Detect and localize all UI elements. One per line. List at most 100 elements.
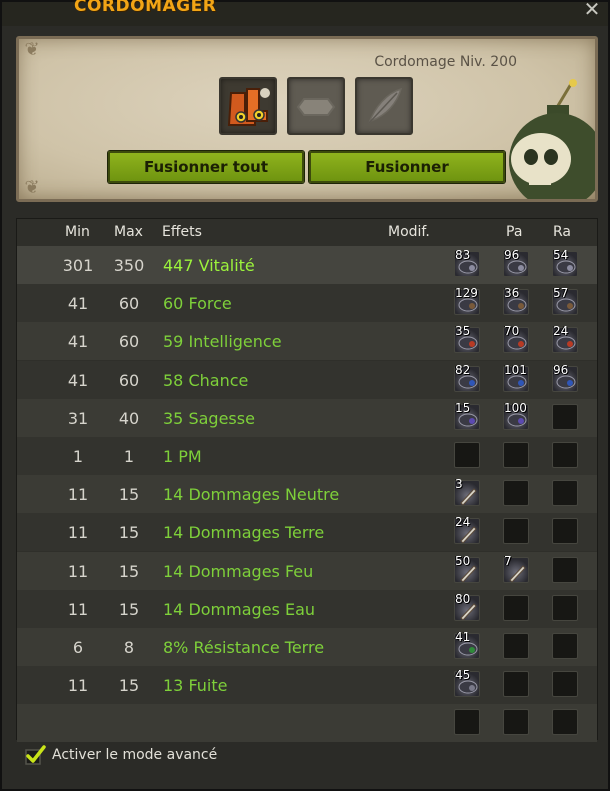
- rune-stack[interactable]: 7: [503, 553, 529, 583]
- rune-stack[interactable]: 45: [454, 668, 480, 698]
- column-ra: Ra: [553, 224, 571, 240]
- rune-stack[interactable]: 129: [454, 286, 480, 316]
- empty-rune-slot[interactable]: [503, 594, 529, 621]
- rune-count: 35: [455, 324, 471, 339]
- signature-slot[interactable]: [355, 77, 413, 135]
- table-row: 11 15 14 Dommages Neutre 3: [17, 475, 597, 514]
- rune-stack[interactable]: 41: [454, 630, 480, 659]
- empty-rune-slot[interactable]: [552, 633, 578, 659]
- table-row: 11 15 13 Fuite 45: [17, 666, 597, 705]
- rune-stack[interactable]: 96: [503, 248, 529, 277]
- empty-rune-slot[interactable]: [454, 442, 480, 468]
- rune-count: 54: [553, 248, 569, 262]
- title-bar: CORDOMAGER ✕: [2, 0, 608, 26]
- max-value: 15: [118, 599, 140, 619]
- rune-stack[interactable]: 3: [454, 477, 480, 507]
- empty-rune-slot[interactable]: [552, 594, 578, 621]
- rune-count: 82: [455, 362, 471, 377]
- item-slot[interactable]: [219, 77, 277, 135]
- effect-value: 8% Résistance Terre: [163, 638, 325, 657]
- rune-count: 83: [455, 248, 471, 262]
- rune-stack[interactable]: 82: [454, 362, 480, 392]
- crafting-panel: ❦ ❦ Cordomage Niv. 200 Fusionner tout Fu…: [16, 36, 598, 202]
- empty-rune-slot[interactable]: [454, 709, 480, 736]
- effect-value: 13 Fuite: [163, 676, 228, 696]
- rune-count: 15: [455, 400, 471, 415]
- merge-button[interactable]: Fusionner: [309, 151, 505, 183]
- rune-count: 70: [504, 324, 520, 339]
- min-value: 41: [67, 332, 89, 352]
- empty-rune-slot[interactable]: [503, 442, 529, 468]
- rune-stack[interactable]: 54: [552, 248, 578, 277]
- empty-rune-slot[interactable]: [552, 480, 578, 507]
- empty-rune-slot[interactable]: [503, 633, 529, 659]
- max-value: 350: [113, 256, 145, 275]
- rune-count: 100: [504, 400, 527, 415]
- empty-rune-slot[interactable]: [552, 442, 578, 468]
- table-row: 1 1 1 PM: [17, 437, 597, 475]
- column-max: Max: [114, 224, 143, 240]
- effect-value: 14 Dommages Neutre: [163, 485, 340, 505]
- empty-rune-slot[interactable]: [503, 671, 529, 698]
- rune-stack[interactable]: 35: [454, 324, 480, 354]
- empty-rune-slot-icon: [296, 98, 336, 116]
- max-value: 8: [123, 638, 135, 657]
- empty-rune-slot[interactable]: [552, 556, 578, 583]
- empty-rune-slot[interactable]: [552, 709, 578, 736]
- min-value: 11: [67, 523, 89, 543]
- advanced-mode-label: Activer le mode avancé: [52, 747, 218, 763]
- table-row: 41 60 59 Intelligence 35 70 24: [17, 322, 597, 361]
- advanced-mode-toggle[interactable]: Activer le mode avancé: [16, 744, 598, 772]
- empty-rune-slot[interactable]: [552, 518, 578, 545]
- column-min: Min: [65, 224, 90, 240]
- rune-count: 7: [504, 553, 512, 568]
- empty-rune-slot[interactable]: [503, 480, 529, 507]
- max-value: 60: [118, 332, 140, 352]
- merge-all-button[interactable]: Fusionner tout: [108, 151, 304, 183]
- min-value: 301: [62, 256, 94, 275]
- rune-count: 96: [504, 248, 520, 262]
- effect-value: 59 Intelligence: [163, 332, 282, 352]
- column-effects: Effets: [162, 224, 202, 240]
- empty-rune-slot[interactable]: [552, 403, 578, 430]
- rune-stack[interactable]: 70: [503, 324, 529, 354]
- min-value: 31: [67, 408, 89, 428]
- min-value: 11: [67, 676, 89, 696]
- max-value: 15: [118, 676, 140, 696]
- empty-rune-slot[interactable]: [503, 709, 529, 736]
- rune-stack[interactable]: 50: [454, 554, 480, 583]
- rune-stack[interactable]: 101: [503, 363, 529, 392]
- max-value: 15: [118, 523, 140, 543]
- rune-stack[interactable]: 96: [552, 363, 578, 392]
- min-value: 41: [67, 370, 89, 390]
- rune-slot[interactable]: [287, 77, 345, 135]
- boots-item-icon: [227, 88, 270, 126]
- rune-count: 36: [504, 286, 520, 301]
- empty-rune-slot[interactable]: [503, 518, 529, 545]
- min-value: 1: [72, 447, 84, 466]
- rune-stack[interactable]: 24: [552, 324, 578, 354]
- effect-value: 447 Vitalité: [163, 256, 255, 275]
- rune-stack[interactable]: 36: [503, 286, 529, 316]
- rune-count: 45: [455, 668, 471, 683]
- checkbox-checked-icon[interactable]: [24, 744, 46, 766]
- rune-stack[interactable]: 24: [454, 515, 480, 545]
- table-row: 41 60 60 Force 129 36 57: [17, 284, 597, 323]
- skull-mascot-icon: [509, 79, 595, 199]
- close-icon[interactable]: ✕: [582, 0, 602, 19]
- rune-stack[interactable]: 83: [454, 248, 480, 277]
- min-value: 41: [67, 294, 89, 314]
- effects-table: Min Max Effets Modif. Pa Ra 301 350 447 Vi…: [16, 218, 598, 743]
- empty-rune-slot[interactable]: [552, 671, 578, 698]
- rune-stack[interactable]: 100: [503, 400, 529, 430]
- effect-value: 58 Chance: [163, 370, 249, 390]
- table-row: 11 15 14 Dommages Eau 80: [17, 589, 597, 628]
- min-value: 11: [67, 561, 89, 581]
- column-modif: Modif.: [388, 224, 430, 240]
- rune-stack[interactable]: 80: [454, 592, 480, 621]
- min-value: 6: [72, 638, 84, 657]
- table-row: 6 8 8% Résistance Terre 41: [17, 628, 597, 666]
- rune-stack[interactable]: 15: [454, 400, 480, 430]
- rune-stack[interactable]: 57: [552, 286, 578, 316]
- effect-value: 35 Sagesse: [163, 408, 255, 428]
